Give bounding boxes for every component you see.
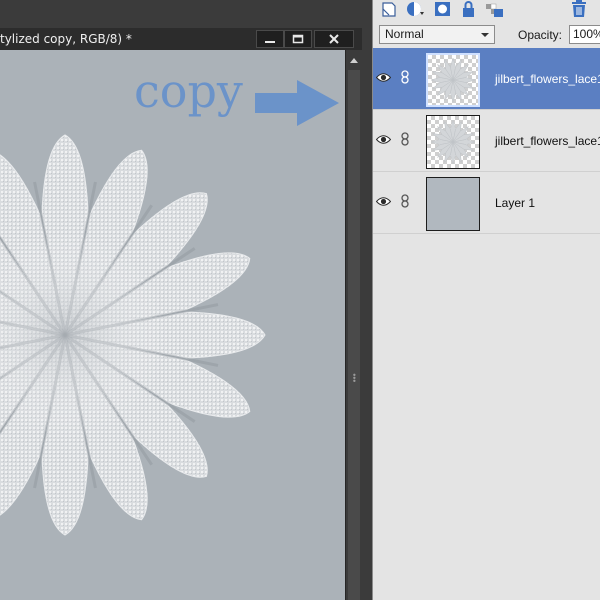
- lock-transparency-icon[interactable]: [485, 0, 505, 18]
- minimize-icon: [265, 41, 275, 43]
- vertical-scrollbar[interactable]: [345, 50, 363, 600]
- chevron-down-icon: [481, 33, 489, 37]
- layer-name: jilbert_flowers_lace1: [495, 134, 600, 148]
- flower-thumbnail-icon: [430, 57, 476, 103]
- resize-grip-icon[interactable]: • • •: [352, 372, 357, 386]
- arrow-right-icon: [255, 80, 339, 126]
- link-icon[interactable]: [400, 70, 410, 84]
- opacity-label: Opacity:: [518, 28, 563, 42]
- scrollbar-thumb[interactable]: [348, 70, 360, 600]
- layer-thumbnail: [426, 115, 480, 169]
- copy-annotation: copy: [134, 64, 243, 118]
- eye-icon[interactable]: [376, 196, 391, 207]
- layer-thumbnail: [426, 53, 480, 107]
- new-layer-icon[interactable]: [379, 0, 399, 18]
- maximize-icon: [292, 34, 304, 44]
- editor-workspace: tylized copy, RGB/8) * copy • • • Normal…: [0, 0, 600, 600]
- layer-row[interactable]: jilbert_flowers_lace1: [373, 48, 600, 110]
- layers-toolbar: [373, 0, 600, 20]
- eye-icon[interactable]: [376, 72, 391, 83]
- eye-icon[interactable]: [376, 134, 391, 145]
- layer-controls: Normal Opacity: 100%: [373, 20, 600, 49]
- layer-thumbnail: [426, 177, 480, 231]
- layers-panel: Normal Opacity: 100% jilbert_flowers_lac…: [372, 0, 600, 600]
- link-icon[interactable]: [400, 194, 410, 208]
- close-button[interactable]: [314, 30, 354, 48]
- document-titlebar[interactable]: tylized copy, RGB/8) *: [0, 28, 362, 51]
- document-canvas[interactable]: copy: [0, 50, 345, 600]
- close-icon: [329, 34, 339, 44]
- blend-mode-select[interactable]: Normal: [379, 25, 495, 44]
- blend-mode-value: Normal: [385, 27, 424, 41]
- layer-name: jilbert_flowers_lace1: [495, 72, 600, 86]
- lock-icon[interactable]: [459, 0, 479, 18]
- scroll-up-icon[interactable]: [350, 58, 358, 63]
- minimize-button[interactable]: [256, 30, 284, 48]
- opacity-input[interactable]: 100%: [569, 25, 600, 44]
- maximize-button[interactable]: [284, 30, 312, 48]
- adjustment-layer-icon[interactable]: [405, 0, 425, 18]
- trash-icon[interactable]: [569, 0, 589, 18]
- link-icon[interactable]: [400, 132, 410, 146]
- layer-row[interactable]: jilbert_flowers_lace1: [373, 110, 600, 172]
- flower-thumbnail-icon: [430, 119, 476, 165]
- document-title: tylized copy, RGB/8) *: [0, 32, 132, 46]
- layer-name: Layer 1: [495, 196, 536, 210]
- layer-row[interactable]: Layer 1: [373, 172, 600, 234]
- lace-flower-image: [0, 130, 270, 540]
- document-window: tylized copy, RGB/8) * copy • • •: [0, 28, 363, 600]
- layer-mask-icon[interactable]: [433, 0, 453, 18]
